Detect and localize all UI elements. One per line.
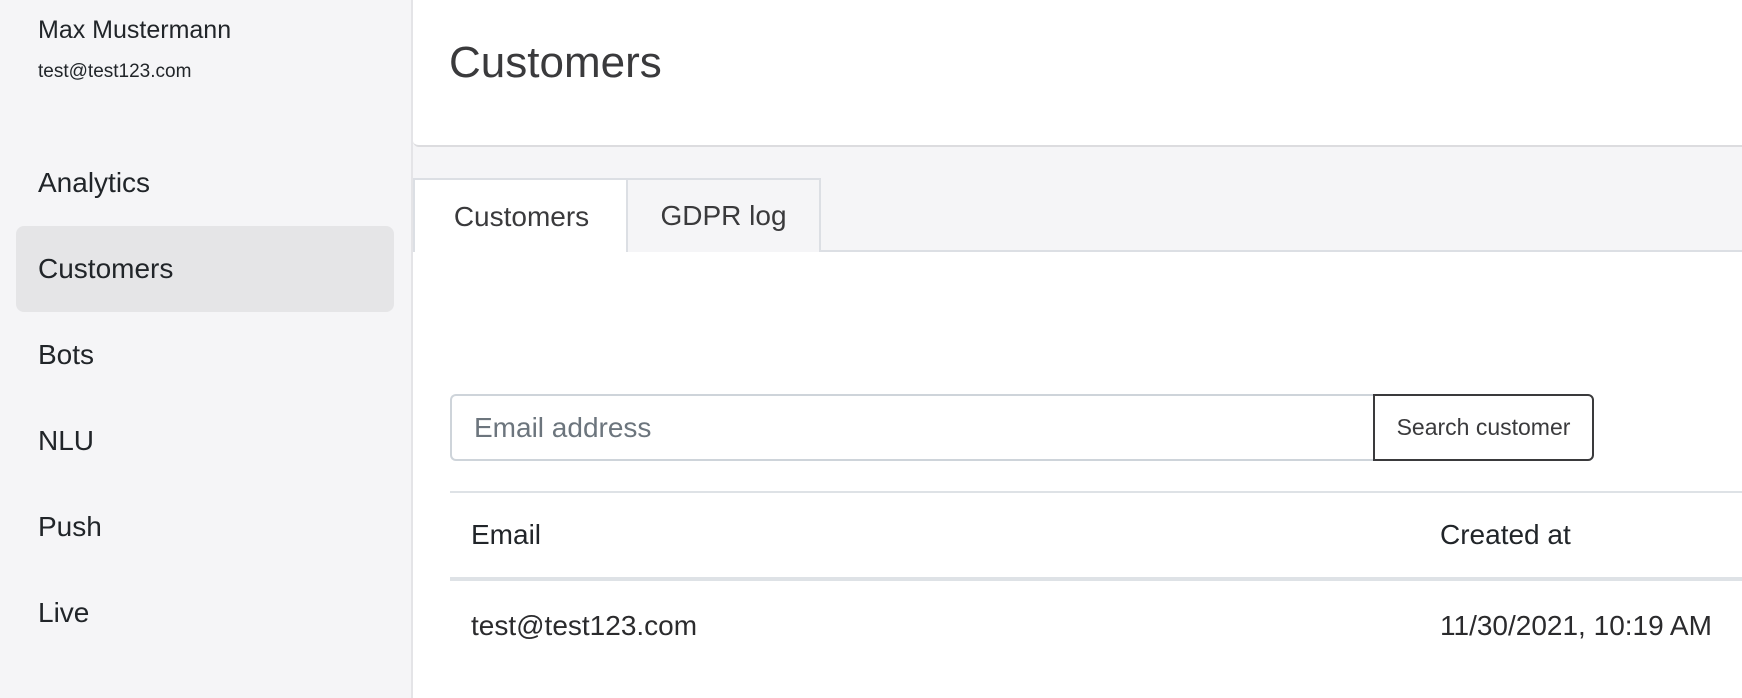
email-search-input[interactable] — [450, 394, 1373, 461]
search-form: Search customer — [450, 394, 1594, 461]
sidebar-item-bots[interactable]: Bots — [16, 312, 394, 398]
sidebar-item-nlu[interactable]: NLU — [16, 398, 394, 484]
sidebar: Max Mustermann test@test123.com Analytic… — [0, 0, 413, 698]
search-customer-button[interactable]: Search customer — [1373, 394, 1594, 461]
cell-created-at: 11/30/2021, 10:19 AM — [1440, 610, 1712, 641]
tab-label: Customers — [453, 201, 590, 232]
sidebar-item-customers[interactable]: Customers — [16, 226, 394, 312]
sidebar-nav: Analytics Customers Bots NLU Push Live — [16, 140, 394, 656]
sidebar-item-label: NLU — [38, 425, 95, 456]
sidebar-item-live[interactable]: Live — [16, 570, 394, 656]
cell-email: test@test123.com — [471, 610, 698, 641]
table-header-row: Email Created at — [450, 491, 1742, 581]
tab-customers[interactable]: Customers — [413, 178, 628, 254]
sidebar-item-label: Push — [38, 511, 102, 542]
tab-content: Search customer Email Created at test@te… — [413, 252, 1742, 698]
table-row[interactable]: test@test123.com 11/30/2021, 10:19 AM — [450, 581, 1742, 671]
page-header: Customers — [413, 0, 1742, 147]
sidebar-item-label: Customers — [38, 253, 174, 284]
page-title: Customers — [449, 38, 662, 87]
column-header-email[interactable]: Email — [471, 493, 541, 577]
user-name: Max Mustermann — [38, 16, 232, 44]
user-email: test@test123.com — [38, 61, 192, 82]
column-header-created-at[interactable]: Created at — [1440, 493, 1571, 577]
sidebar-item-label: Analytics — [38, 167, 151, 198]
customers-table: Email Created at test@test123.com 11/30/… — [450, 491, 1742, 671]
tab-label: GDPR log — [660, 200, 787, 231]
sidebar-item-label: Bots — [38, 339, 95, 370]
tab-bar: Customers GDPR log — [413, 178, 1742, 254]
sidebar-item-push[interactable]: Push — [16, 484, 394, 570]
sidebar-item-analytics[interactable]: Analytics — [16, 140, 394, 226]
sidebar-item-label: Live — [38, 597, 90, 628]
tab-gdpr-log[interactable]: GDPR log — [626, 178, 821, 252]
